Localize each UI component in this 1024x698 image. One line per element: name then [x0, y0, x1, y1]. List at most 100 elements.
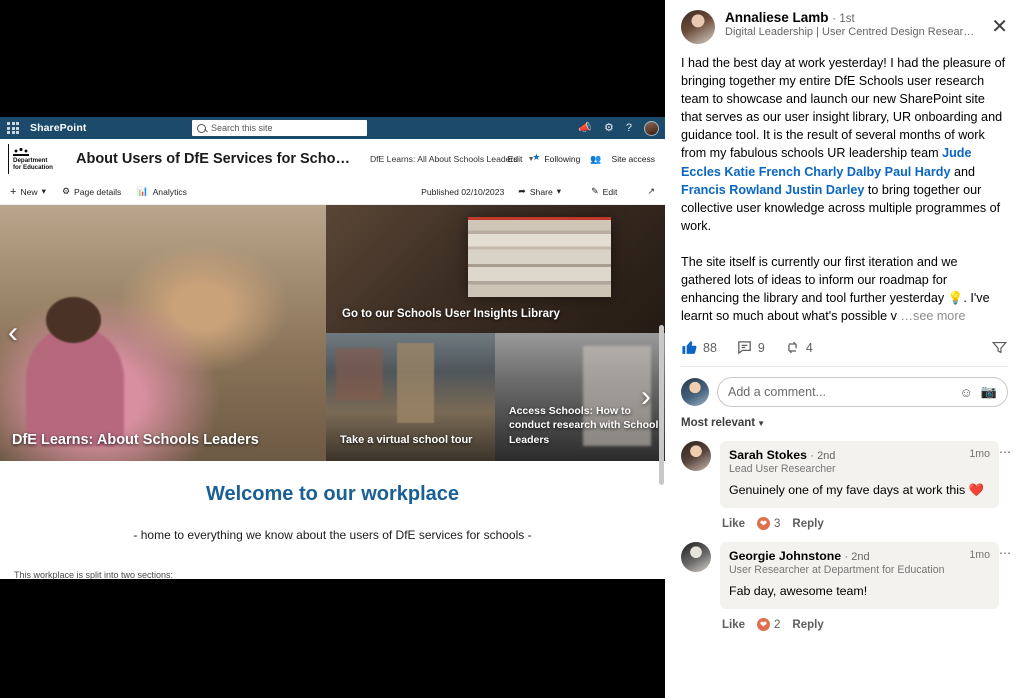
- post-header: Annaliese Lamb · 1st Digital Leadership …: [681, 10, 1008, 44]
- analytics-button[interactable]: 📊 Analytics: [137, 186, 187, 197]
- comment-reaction-chip[interactable]: ❤ 2: [757, 618, 781, 632]
- commenter-title: Lead User Researcher: [729, 463, 836, 476]
- suite-actions: 📣 ⚙ ?: [578, 117, 659, 139]
- share-button[interactable]: ➦ Share ▾: [518, 186, 561, 197]
- post-paragraph-1a: I had the best day at work yesterday! I …: [681, 56, 1006, 161]
- post-paragraph-1b: and: [950, 164, 975, 179]
- welcome-subheading: - home to everything we know about the u…: [133, 528, 532, 542]
- hero-main-tile[interactable]: DfE Learns: About Schools Leaders ‹: [0, 205, 326, 461]
- search-icon: [197, 123, 206, 133]
- site-header: Department for Education About Users of …: [0, 139, 665, 179]
- comment-reaction-count: 2: [774, 618, 781, 631]
- commenter-avatar[interactable]: [681, 542, 711, 573]
- site-access-icon: 👥: [590, 153, 602, 164]
- comment-text: Fab day, awesome team!: [729, 584, 868, 599]
- nav-item-dfe-learns[interactable]: DfE Learns: All About Schools Leaders: [370, 154, 518, 164]
- hero-main-caption: DfE Learns: About Schools Leaders: [12, 432, 259, 448]
- commenter-degree: · 2nd: [810, 450, 836, 463]
- pencil-icon: ✎: [591, 186, 599, 196]
- search-placeholder: Search this site: [211, 123, 273, 133]
- comment-bubble: Georgie Johnstone · 2nd User Researcher …: [720, 542, 999, 610]
- mention-link-2[interactable]: Francis Rowland Justin Darley: [681, 183, 864, 197]
- share-icon: ➦: [518, 186, 526, 196]
- waffle-icon[interactable]: [6, 121, 20, 135]
- hero-carousel: DfE Learns: About Schools Leaders ‹ Go t…: [0, 205, 665, 461]
- edit-page-button[interactable]: ✎ Edit: [591, 186, 617, 197]
- author-avatar[interactable]: [681, 10, 715, 44]
- filter-icon[interactable]: [991, 339, 1008, 356]
- user-avatar[interactable]: [644, 120, 659, 136]
- hero-bottom-row: Take a virtual school tour Access School…: [326, 333, 665, 461]
- post-body: I had the best day at work yesterday! I …: [681, 54, 1008, 325]
- search-input[interactable]: Search this site: [192, 120, 367, 136]
- comment-more-icon[interactable]: ⋯: [999, 445, 1012, 459]
- comment-item-0: Sarah Stokes · 2nd Lead User Researcher …: [681, 441, 1011, 531]
- commenter-name-text: Georgie Johnstone: [729, 549, 842, 564]
- new-label: New: [20, 186, 38, 197]
- feedback-megaphone-icon[interactable]: 📣: [578, 122, 592, 134]
- help-icon[interactable]: ?: [626, 122, 632, 134]
- see-more-button[interactable]: …see more: [900, 309, 965, 323]
- star-icon[interactable]: ★: [532, 152, 540, 163]
- edit-nav-button[interactable]: Edit: [508, 154, 523, 164]
- repost-icon: [787, 342, 797, 354]
- hero-tile-top-caption: Go to our Schools User Insights Library: [342, 308, 560, 320]
- edit-label: Edit: [602, 186, 618, 197]
- comment-reaction-chip[interactable]: ❤ 3: [757, 517, 780, 531]
- commenter-name[interactable]: Sarah Stokes · 2nd: [729, 448, 990, 462]
- suite-bar: SharePoint Search this site 📣 ⚙ ?: [0, 117, 665, 139]
- comment-text: Genuinely one of my fave days at work th…: [729, 483, 985, 498]
- new-button[interactable]: + New ▾: [10, 186, 46, 198]
- sharepoint-window: SharePoint Search this site 📣 ⚙ ? Depart…: [0, 117, 665, 579]
- site-access-button[interactable]: Site access: [612, 154, 655, 164]
- comment-sort-control[interactable]: Most relevant ▼: [681, 417, 1008, 429]
- emoji-icon[interactable]: ☺: [960, 385, 973, 400]
- books-image: [468, 217, 611, 298]
- gear-icon[interactable]: ⚙: [604, 122, 614, 134]
- hero-tile-b1-caption: Take a virtual school tour: [340, 434, 473, 446]
- comment-like-button[interactable]: Like: [722, 619, 745, 631]
- command-bar-right: Published 02/10/2023 ➦ Share ▾ ✎ Edit ↗: [421, 186, 655, 197]
- author-headline: Digital Leadership | User Centred Design…: [725, 26, 975, 38]
- comment-timestamp: 1mo: [969, 448, 990, 461]
- published-status: Published 02/10/2023: [421, 186, 505, 197]
- reposts-group[interactable]: 4: [784, 339, 813, 356]
- following-button[interactable]: Following: [544, 154, 580, 164]
- commenter-title: User Researcher at Department for Educat…: [729, 564, 945, 577]
- close-icon[interactable]: ✕: [991, 17, 1008, 37]
- chart-icon: 📊: [137, 186, 149, 196]
- comments-group[interactable]: 9: [736, 339, 765, 356]
- expand-icon[interactable]: ↗: [647, 186, 655, 197]
- heart-icon: ❤: [757, 517, 771, 531]
- dfe-logo: Department for Education: [8, 144, 66, 174]
- carousel-prev-icon[interactable]: ‹: [8, 318, 18, 348]
- hero-side-tiles: Go to our Schools User Insights Library …: [326, 205, 665, 461]
- comment-input[interactable]: Add a comment... ☺ 📷: [717, 377, 1008, 408]
- commenter-name[interactable]: Georgie Johnstone · 2nd: [729, 549, 990, 563]
- comment-reply-button[interactable]: Reply: [792, 518, 823, 530]
- command-bar: + New ▾ ⚙ Page details 📊 Analytics Publi…: [0, 179, 665, 205]
- chevron-down-icon: ▾: [556, 186, 562, 196]
- hero-tile-virtual-tour[interactable]: Take a virtual school tour: [326, 333, 495, 461]
- comment-like-button[interactable]: Like: [722, 518, 745, 530]
- commenter-avatar[interactable]: [681, 441, 711, 472]
- gear-icon: ⚙: [61, 186, 71, 196]
- comment-bubble-icon: [738, 341, 751, 355]
- hero-tile-insights-library[interactable]: Go to our Schools User Insights Library: [326, 205, 665, 333]
- current-user-avatar[interactable]: [681, 378, 709, 407]
- author-name[interactable]: Annaliese Lamb · 1st: [725, 10, 974, 25]
- page-scrollbar[interactable]: [659, 325, 664, 485]
- chevron-down-icon: ▾: [41, 186, 46, 196]
- page-details-label: Page details: [74, 186, 122, 197]
- page-details-button[interactable]: ⚙ Page details: [62, 186, 121, 197]
- likes-group[interactable]: 88: [681, 339, 717, 356]
- carousel-next-icon[interactable]: ›: [641, 382, 651, 412]
- image-icon[interactable]: 📷: [981, 384, 997, 400]
- hero-tile-access-schools[interactable]: Access Schools: How to conduct research …: [495, 333, 665, 461]
- comment-more-icon[interactable]: ⋯: [999, 546, 1012, 560]
- comment-reply-button[interactable]: Reply: [792, 619, 823, 631]
- page-title: About Users of DfE Services for Scho…: [76, 151, 350, 167]
- commenter-name-text: Sarah Stokes: [729, 448, 807, 463]
- sharepoint-app-name[interactable]: SharePoint: [30, 122, 86, 134]
- dfe-logo-line1: Department: [13, 157, 48, 164]
